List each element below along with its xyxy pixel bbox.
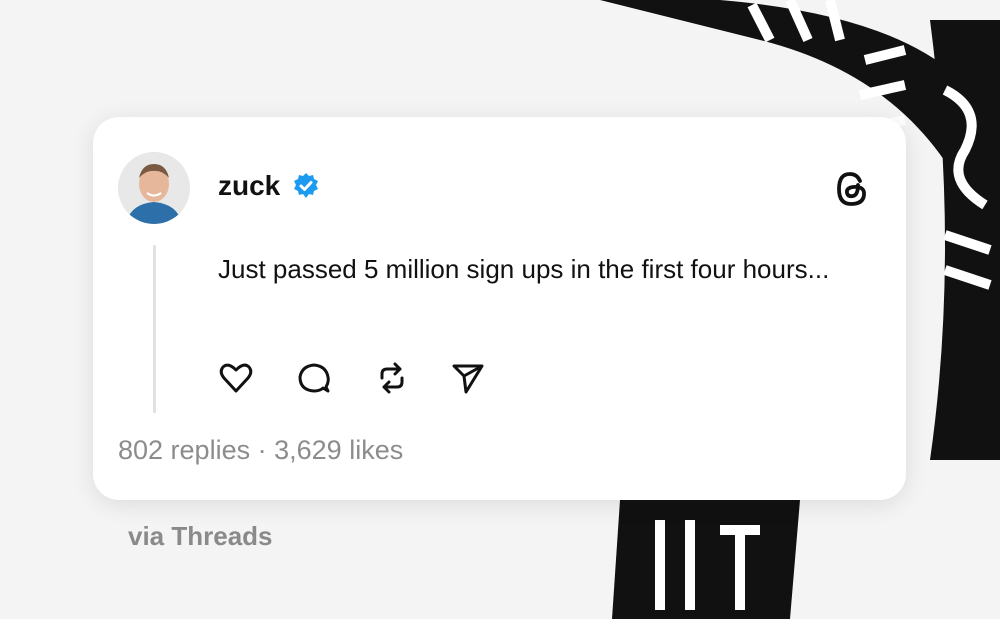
verified-badge-icon [294,173,318,198]
thread-line [153,245,156,413]
username[interactable]: zuck [218,169,280,203]
replies-count[interactable]: 802 replies [118,435,250,465]
comment-icon[interactable] [296,360,332,396]
stats-separator: · [257,435,267,465]
likes-count[interactable]: 3,629 likes [274,435,403,465]
repost-icon[interactable] [374,360,410,396]
avatar-image [118,152,190,224]
post-card: zuck Just passed 5 million sign ups in t… [93,117,906,500]
avatar[interactable] [118,152,190,224]
source-caption: via Threads [128,521,273,551]
post-text: Just passed 5 million sign ups in the fi… [218,254,830,284]
threads-logo-icon[interactable] [833,169,871,209]
heart-icon[interactable] [218,360,254,396]
background-ribbon [612,500,800,619]
share-icon[interactable] [450,360,486,396]
post-stats: 802 replies · 3,629 likes [118,435,403,466]
